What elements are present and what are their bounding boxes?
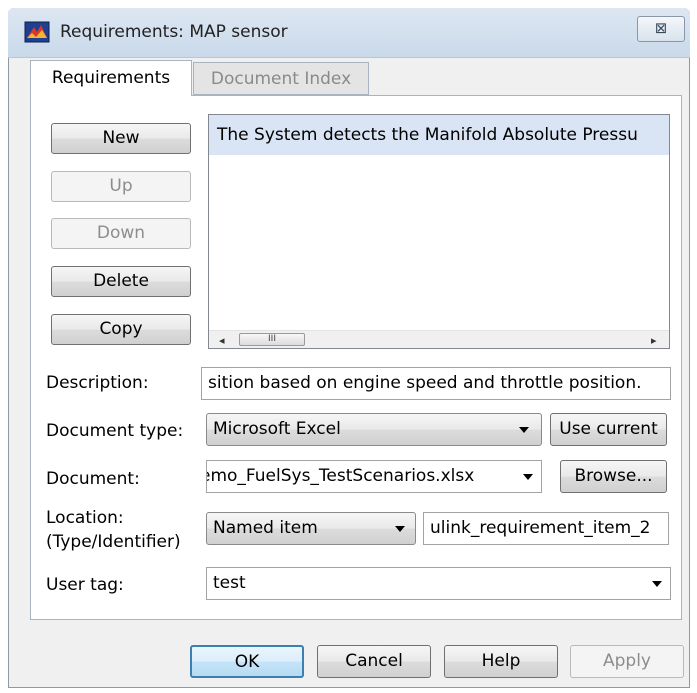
- user-tag-combo[interactable]: test: [206, 567, 671, 600]
- document-type-value: Microsoft Excel: [213, 419, 341, 439]
- document-value: emo_FuelSys_TestScenarios.xlsx: [206, 466, 475, 486]
- apply-button[interactable]: Apply: [570, 645, 684, 678]
- document-type-label: Document type:: [46, 421, 184, 441]
- chevron-down-icon: [519, 427, 529, 433]
- use-current-button[interactable]: Use current: [550, 413, 667, 446]
- description-field[interactable]: sition based on engine speed and throttl…: [201, 367, 671, 400]
- close-button[interactable]: ⊠: [637, 16, 685, 42]
- help-button[interactable]: Help: [444, 645, 558, 678]
- document-type-select[interactable]: Microsoft Excel: [206, 413, 542, 446]
- chevron-down-icon: [395, 526, 405, 532]
- description-label: Description:: [46, 373, 149, 393]
- copy-button[interactable]: Copy: [51, 314, 191, 345]
- requirements-list[interactable]: The System detects the Manifold Absolute…: [208, 114, 670, 349]
- list-item[interactable]: The System detects the Manifold Absolute…: [209, 115, 669, 155]
- chevron-down-icon: [652, 581, 662, 587]
- location-sublabel: (Type/Identifier): [46, 532, 181, 552]
- document-label: Document:: [46, 469, 140, 489]
- delete-button[interactable]: Delete: [51, 266, 191, 297]
- horizontal-scrollbar[interactable]: ◂ III ▸: [209, 330, 669, 348]
- tab-document-index[interactable]: Document Index: [193, 62, 369, 95]
- chevron-down-icon: [523, 474, 533, 480]
- location-type-value: Named item: [213, 518, 318, 538]
- close-icon: ⊠: [654, 19, 668, 37]
- simulink-app-icon: [24, 21, 50, 43]
- user-tag-value: test: [213, 573, 246, 593]
- window-title: Requirements: MAP sensor: [60, 22, 288, 42]
- location-identifier-field[interactable]: ulink_requirement_item_2: [423, 512, 669, 545]
- up-button[interactable]: Up: [51, 171, 191, 202]
- scroll-thumb[interactable]: III: [239, 333, 305, 346]
- document-combo[interactable]: emo_FuelSys_TestScenarios.xlsx: [206, 460, 542, 493]
- browse-button[interactable]: Browse...: [560, 460, 667, 493]
- down-button[interactable]: Down: [51, 218, 191, 249]
- scroll-right-icon[interactable]: ▸: [651, 334, 657, 347]
- tab-requirements[interactable]: Requirements: [30, 60, 192, 96]
- ok-button[interactable]: OK: [190, 645, 304, 678]
- location-label: Location:: [46, 508, 124, 528]
- new-button[interactable]: New: [51, 123, 191, 154]
- user-tag-label: User tag:: [46, 575, 124, 595]
- cancel-button[interactable]: Cancel: [317, 645, 431, 678]
- scroll-left-icon[interactable]: ◂: [219, 334, 225, 347]
- location-type-select[interactable]: Named item: [206, 512, 416, 545]
